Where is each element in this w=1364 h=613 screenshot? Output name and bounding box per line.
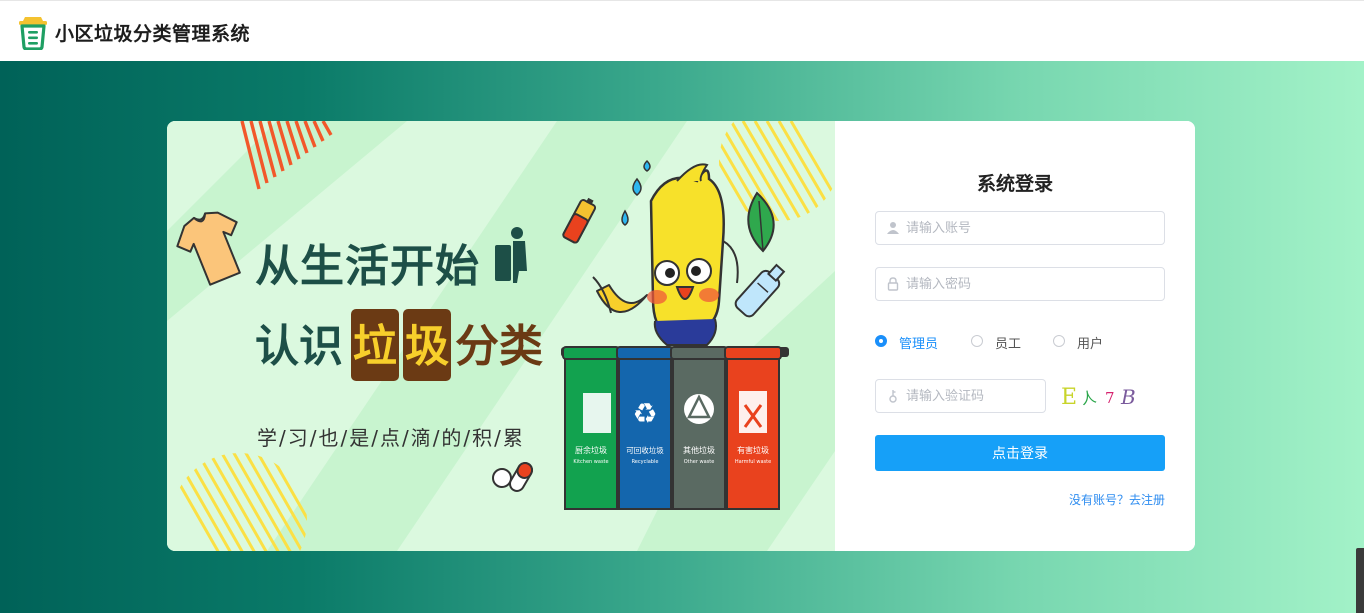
bin-label-other: 其他垃圾: [683, 445, 715, 455]
banner-illustration: 厨余垃圾 Kitchen waste ♻ 可回收垃圾 Recyclable 其他…: [167, 121, 839, 551]
role-admin-label: 管理员: [899, 337, 939, 352]
radio-empty-icon: [971, 335, 983, 347]
bin-row: 厨余垃圾 Kitchen waste ♻ 可回收垃圾 Recyclable 其他…: [561, 346, 789, 510]
captcha-char-2: 人: [1079, 387, 1098, 409]
register-link[interactable]: 没有账号？去注册: [1069, 491, 1165, 508]
bin-en-recyclable: Recyclable: [632, 459, 659, 465]
recycle-icon: ♻: [632, 397, 657, 430]
key-icon: [889, 390, 897, 403]
trash-can-logo-icon: [19, 17, 47, 50]
password-input[interactable]: [906, 268, 1156, 300]
top-bar: 小区垃圾分类管理系统: [0, 0, 1364, 60]
app-title: 小区垃圾分类管理系统: [55, 23, 251, 45]
headline-line-2-suffix: 分类: [455, 321, 543, 372]
password-field[interactable]: [875, 267, 1165, 301]
captcha-field[interactable]: [875, 379, 1046, 413]
captcha-char-4: B: [1121, 385, 1136, 409]
login-button[interactable]: 点击登录: [875, 435, 1165, 471]
headline-boxed-1: 垃: [353, 321, 397, 372]
bin-en-harmful: Harmful waste: [735, 459, 771, 465]
captcha-input[interactable]: [906, 380, 1036, 412]
captcha-char-1: E: [1061, 385, 1078, 410]
login-title: 系统登录: [976, 173, 1053, 195]
login-stage: 厨余垃圾 Kitchen waste ♻ 可回收垃圾 Recyclable 其他…: [0, 61, 1364, 613]
login-panel: 系统登录 管理员: [835, 121, 1195, 551]
headline-boxed-2: 圾: [405, 321, 449, 372]
account-field[interactable]: [875, 211, 1165, 245]
role-selector: 管理员 员工 用户: [875, 333, 1175, 353]
slogan-text: 学/习/也/是/点/滴/的/积/累: [257, 426, 525, 450]
headline-line-2-prefix: 认识: [255, 321, 343, 372]
role-staff-label: 员工: [995, 337, 1022, 352]
radio-empty-icon: [1053, 335, 1065, 347]
captcha-char-3: 7: [1105, 389, 1115, 407]
captcha-image[interactable]: E 人 7 B: [1061, 383, 1136, 413]
role-user-label: 用户: [1077, 337, 1104, 352]
promo-banner: 厨余垃圾 Kitchen waste ♻ 可回收垃圾 Recyclable 其他…: [167, 121, 839, 551]
lock-icon: [887, 277, 899, 291]
bin-label-harmful: 有害垃圾: [737, 445, 769, 455]
bin-label-recyclable: 可回收垃圾: [626, 445, 664, 455]
bin-en-other: Other waste: [684, 459, 715, 465]
scrollbar-handle[interactable]: [1356, 548, 1364, 613]
headline-line-1: 从生活开始: [255, 241, 480, 292]
bin-en-kitchen: Kitchen waste: [573, 459, 608, 465]
bin-label-kitchen: 厨余垃圾: [575, 445, 607, 455]
user-icon: [887, 222, 899, 234]
account-input[interactable]: [906, 212, 1156, 244]
radio-selected-icon: [875, 335, 887, 347]
login-card: 厨余垃圾 Kitchen waste ♻ 可回收垃圾 Recyclable 其他…: [167, 121, 1195, 551]
